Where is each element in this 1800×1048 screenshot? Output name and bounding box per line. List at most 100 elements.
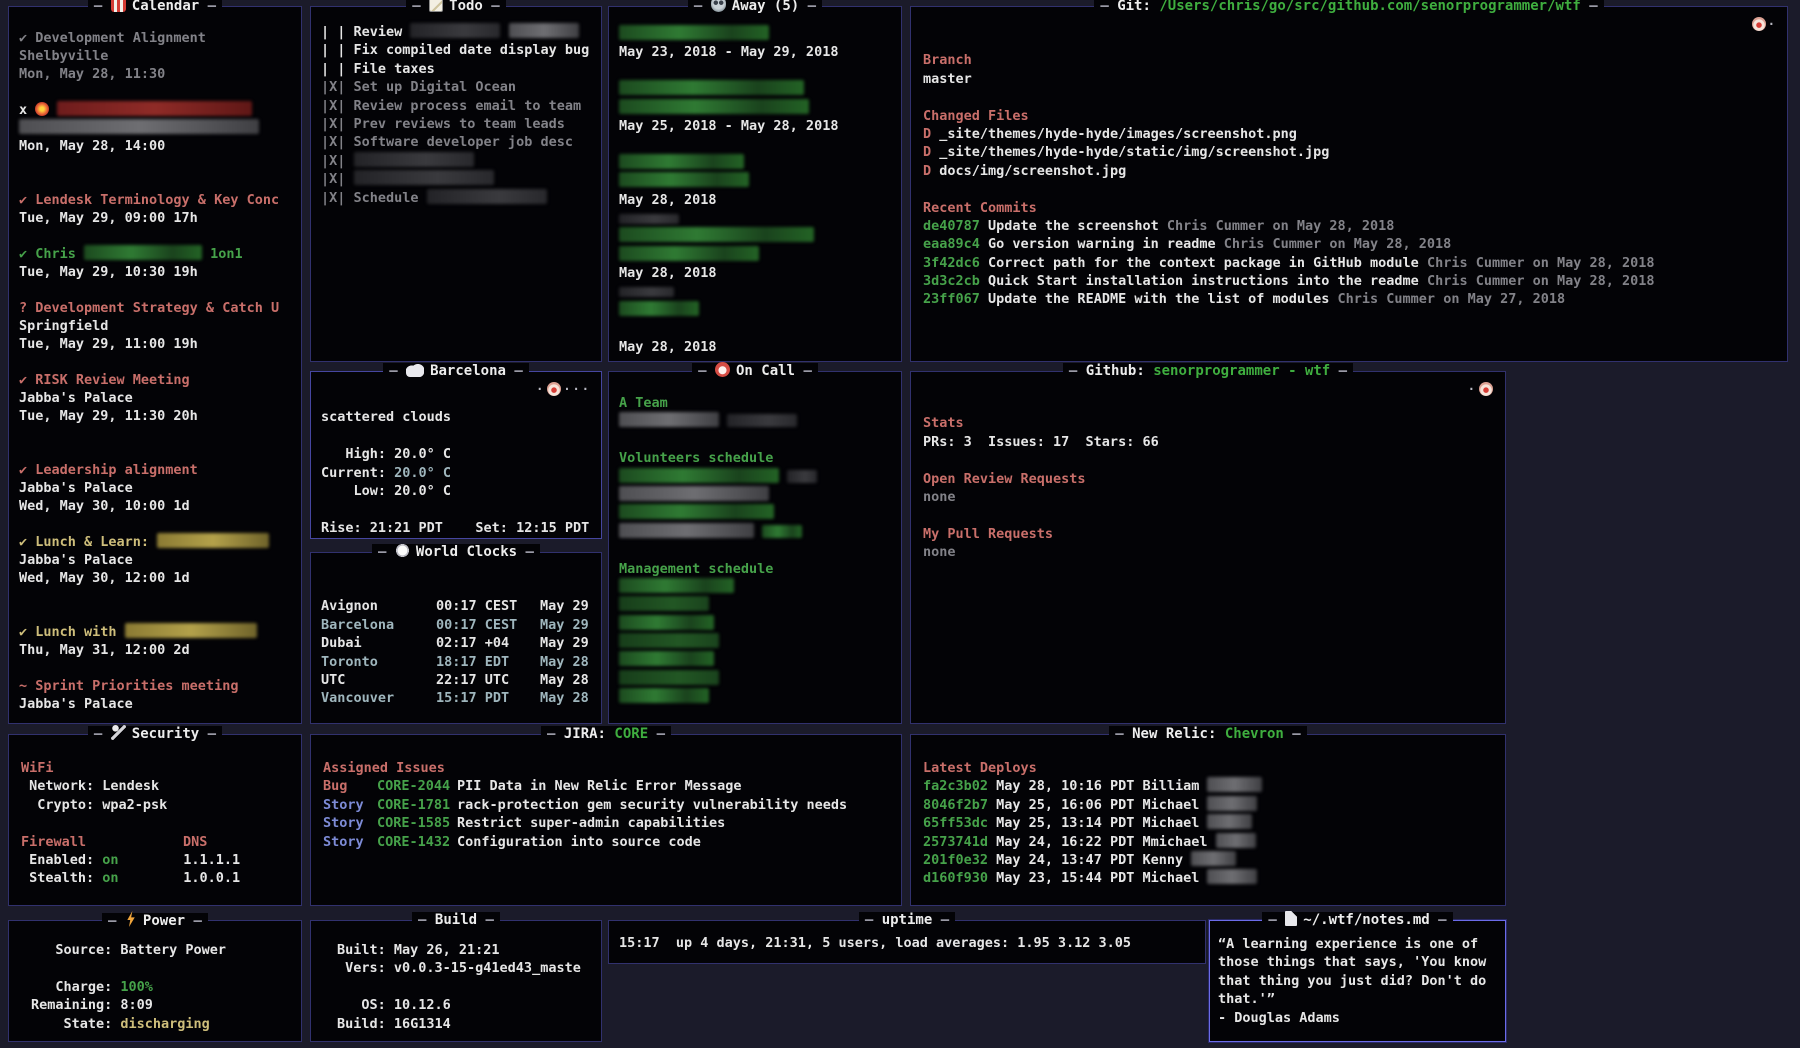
text-line: [619, 172, 893, 190]
text-line: Enabled: on1.1.1.1: [21, 851, 293, 869]
text-line: WiFi: [21, 759, 293, 777]
text-line: [19, 659, 293, 677]
panel-weather-barcelona: — Barcelona — ···· scattered clouds High…: [310, 371, 602, 539]
text-segment: | | Review: [321, 24, 410, 40]
text-line: none: [923, 543, 1497, 561]
text-segment: 22:17 UTC: [436, 671, 540, 689]
text-segment: Recent Commits: [923, 200, 1037, 216]
text-line: Tue, May 29, 11:30 20h: [19, 407, 293, 425]
text-line: eaa89c4 Go version warning in readme Chr…: [923, 235, 1779, 253]
redacted-block: [619, 99, 809, 114]
text-line: x: [19, 101, 293, 119]
text-line: [19, 425, 293, 443]
text-line: ? Development Strategy & Catch U: [19, 299, 293, 317]
text-segment: Charge:: [31, 979, 120, 995]
text-line: [923, 506, 1497, 524]
text-line: [619, 25, 893, 43]
text-segment: Changed Files: [923, 108, 1029, 124]
text-segment: Thu, May 31, 12:00 2d: [19, 642, 190, 658]
text-line: |X| Schedule: [321, 189, 593, 207]
text-segment: Vancouver: [321, 689, 436, 707]
redacted-block: [619, 486, 769, 501]
text-line: Wed, May 30, 12:00 1d: [19, 569, 293, 587]
redacted-block: [619, 578, 734, 593]
text-line: ~ Sprint Priorities meeting: [19, 677, 293, 695]
redacted-block: [1207, 796, 1257, 811]
text-line: [619, 62, 893, 80]
text-line: Remaining: 8:09: [31, 996, 293, 1014]
text-line: [619, 486, 893, 504]
text-line: State: discharging: [31, 1015, 293, 1033]
text-line: 2573741d May 24, 16:22 PDT Mmichael: [923, 833, 1497, 851]
on-call-schedules: A Team Volunteers schedule Management sc…: [609, 372, 901, 723]
panel-notes: — ~/.wtf/notes.md — “A learning experien…: [1209, 920, 1506, 1042]
text-segment: |X| Set up Digital Ocean: [321, 79, 516, 95]
text-line: [19, 281, 293, 299]
text-segment: Assigned Issues: [323, 760, 445, 776]
text-segment: Stealth:: [21, 870, 102, 886]
text-segment: Branch: [923, 52, 972, 68]
text-line: StoryCORE-1432Configuration into source …: [323, 833, 893, 851]
text-segment: Story: [323, 796, 377, 814]
text-line: Network: Lendesk: [21, 777, 293, 795]
text-line: [31, 959, 293, 977]
text-segment: Springfield: [19, 318, 108, 334]
text-segment: CORE-1585: [377, 814, 457, 832]
text-segment: Tue, May 29, 10:30 19h: [19, 264, 198, 280]
text-line: [619, 523, 893, 541]
text-line: 65ff53dc May 25, 13:14 PDT Michael: [923, 814, 1497, 832]
text-segment: Tue, May 29, 11:00 19h: [19, 336, 198, 352]
text-line: Rise: 21:21 PDT Set: 12:15 PDT: [321, 519, 593, 537]
text-line: ✔ Leadership alignment: [19, 461, 293, 479]
text-line: Vers: v0.0.3-15-g41ed43_maste: [337, 959, 593, 977]
text-line: [619, 688, 893, 706]
text-segment: Build: 16G1314: [337, 1016, 451, 1032]
text-segment: |X|: [321, 153, 354, 169]
text-line: fa2c3b02 May 28, 10:16 PDT Billiam: [923, 777, 1497, 795]
text-segment: rack-protection gem security vulnerabili…: [457, 797, 847, 813]
panel-new-relic: — New Relic: Chevron — Latest Deploysfa2…: [910, 734, 1506, 906]
text-segment: Rise: 21:21 PDT Set: 12:15 PDT: [321, 520, 589, 536]
redacted-block: [619, 154, 744, 169]
text-line: [619, 227, 893, 245]
text-line: [19, 155, 293, 173]
jira-issues: Assigned IssuesBugCORE-2044PII Data in N…: [311, 735, 901, 905]
text-segment: |X| Schedule: [321, 190, 427, 206]
text-segment: Jabba's Palace: [19, 390, 133, 406]
text-line: [19, 173, 293, 191]
text-segment: 8046f2b7: [923, 797, 996, 813]
text-line: master: [923, 70, 1779, 88]
text-segment: - Douglas Adams: [1218, 1010, 1340, 1026]
text-line: [19, 119, 293, 137]
text-segment: D: [923, 163, 939, 179]
text-line: [619, 468, 893, 486]
text-line: [321, 390, 593, 408]
text-segment: 201f0e32: [923, 852, 996, 868]
text-line: |X|: [321, 170, 593, 188]
text-segment: ✔ Lendesk Terminology & Key Conc: [19, 192, 279, 208]
text-line: May 25, 2018 - May 28, 2018: [619, 117, 893, 135]
text-segment: Mon, May 28, 14:00: [19, 138, 165, 154]
text-line: May 28, 2018: [619, 264, 893, 282]
todo-list: | | Review | | Fix compiled date display…: [311, 7, 601, 361]
text-segment: docs/img/screenshot.jpg: [939, 163, 1126, 179]
power-info: Source: Battery Power Charge: 100%Remain…: [9, 921, 301, 1041]
text-segment: Mon, May 28, 11:30: [19, 66, 165, 82]
text-segment: Shelbyville: [19, 48, 108, 64]
text-line: [19, 605, 293, 623]
text-line: [619, 154, 893, 172]
text-segment: Jabba's Palace: [19, 552, 133, 568]
text-line: Mon, May 28, 14:00: [19, 137, 293, 155]
text-segment: Dubai: [321, 634, 436, 652]
terminal-dashboard[interactable]: — Calendar — ✔ Development AlignmentShel…: [0, 0, 1800, 1048]
text-segment: May 25, 13:14 PDT Michael: [996, 815, 1207, 831]
text-line: “A learning experience is one of: [1218, 935, 1499, 953]
text-segment: Update the screenshot: [988, 218, 1167, 234]
text-line: May 23, 2018 - May 29, 2018: [619, 43, 893, 61]
text-segment: Open Review Requests: [923, 471, 1086, 487]
redacted-block: [619, 651, 714, 666]
text-line: [619, 541, 893, 559]
text-segment: |X| Prev reviews to team leads: [321, 116, 565, 132]
text-segment: PRs: 3 Issues: 17 Stars: 66: [923, 434, 1159, 450]
redacted-block: [619, 25, 769, 40]
